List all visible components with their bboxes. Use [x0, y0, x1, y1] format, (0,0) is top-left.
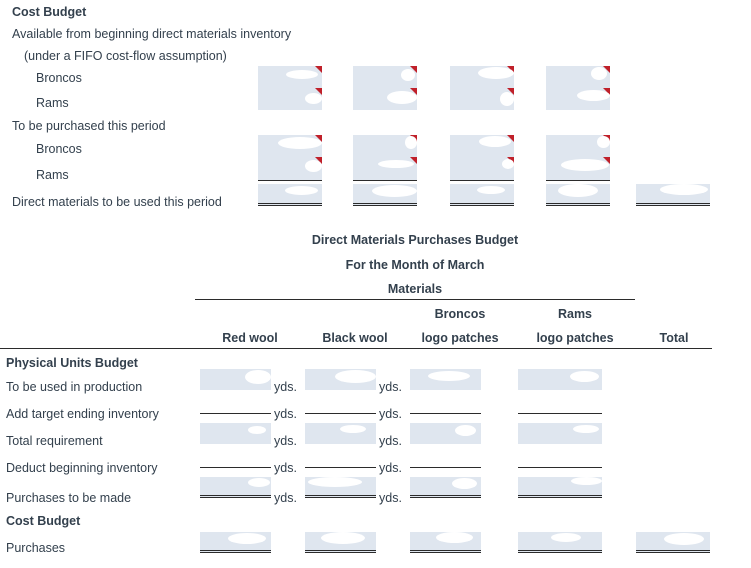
column-header-black-wool: Black wool	[322, 331, 388, 345]
input-broncos-purchased-c3[interactable]	[450, 135, 514, 157]
input-deduct-beginning-red-wool[interactable]	[200, 447, 271, 468]
upper-line-broncos-beginning: Broncos	[36, 71, 82, 85]
unit-label-yds: yds.	[379, 407, 402, 421]
upper-line-rams-beginning: Rams	[36, 96, 69, 110]
input-ending-inv-black-wool[interactable]	[305, 393, 376, 414]
input-to-be-used-rams-patches[interactable]	[518, 369, 602, 390]
row-label-deduct-beginning-inventory: Deduct beginning inventory	[6, 461, 158, 475]
input-ending-inv-red-wool[interactable]	[200, 393, 271, 414]
input-ending-inv-broncos-patches[interactable]	[410, 393, 481, 414]
input-direct-materials-used-c3[interactable]	[450, 184, 514, 206]
row-label-total-requirement: Total requirement	[6, 434, 103, 448]
input-total-requirement-black-wool[interactable]	[305, 423, 376, 444]
input-deduct-beginning-black-wool[interactable]	[305, 447, 376, 468]
input-direct-materials-used-c4[interactable]	[546, 184, 610, 206]
input-rams-purchased-c4[interactable]	[546, 157, 610, 181]
input-purchases-made-rams-patches[interactable]	[518, 477, 602, 498]
input-rams-beginning-c2[interactable]	[353, 88, 417, 110]
input-total-requirement-rams-patches[interactable]	[518, 423, 602, 444]
input-broncos-beginning-c3[interactable]	[450, 66, 514, 88]
row-label-purchases: Purchases	[6, 541, 66, 555]
input-direct-materials-used-c1[interactable]	[258, 184, 322, 206]
input-total-requirement-red-wool[interactable]	[200, 423, 271, 444]
report-title: Direct Materials Purchases Budget	[311, 233, 519, 247]
budget-worksheet: Cost Budget Available from beginning dir…	[0, 0, 751, 568]
column-header-top-broncos: Broncos	[434, 307, 486, 321]
input-rams-beginning-c1[interactable]	[258, 88, 322, 110]
column-header-rams-logo-patches: logo patches	[536, 331, 614, 345]
input-deduct-beginning-rams-patches[interactable]	[518, 447, 602, 468]
input-broncos-beginning-c4[interactable]	[546, 66, 610, 88]
column-header-total: Total	[659, 331, 689, 345]
input-rams-beginning-c3[interactable]	[450, 88, 514, 110]
input-direct-materials-used-total[interactable]	[636, 184, 710, 206]
unit-label-yds: yds.	[274, 491, 297, 505]
input-broncos-purchased-c4[interactable]	[546, 135, 610, 157]
upper-line-broncos-purchased: Broncos	[36, 142, 82, 156]
input-to-be-used-broncos-patches[interactable]	[410, 369, 481, 390]
report-subtitle: For the Month of March	[345, 258, 485, 272]
input-purchases-cost-rams-patches[interactable]	[518, 532, 602, 553]
row-label-purchases-to-be-made: Purchases to be made	[6, 491, 132, 505]
column-header-red-wool: Red wool	[222, 331, 278, 345]
unit-label-yds: yds.	[379, 461, 402, 475]
unit-label-yds: yds.	[274, 407, 297, 421]
upper-line-direct-materials-used: Direct materials to be used this period	[12, 195, 222, 209]
row-label-to-be-used-in-production: To be used in production	[6, 380, 143, 394]
input-purchases-made-black-wool[interactable]	[305, 477, 376, 498]
input-direct-materials-used-c2[interactable]	[353, 184, 417, 206]
unit-label-yds: yds.	[274, 434, 297, 448]
input-rams-purchased-c2[interactable]	[353, 157, 417, 181]
input-to-be-used-red-wool[interactable]	[200, 369, 271, 390]
physical-units-heading: Physical Units Budget	[6, 356, 138, 370]
column-header-rule	[0, 348, 712, 349]
input-purchases-cost-black-wool[interactable]	[305, 532, 376, 553]
lower-cost-budget-heading: Cost Budget	[6, 514, 81, 528]
unit-label-yds: yds.	[274, 461, 297, 475]
input-total-requirement-broncos-patches[interactable]	[410, 423, 481, 444]
input-ending-inv-rams-patches[interactable]	[518, 393, 602, 414]
unit-label-yds: yds.	[379, 491, 402, 505]
input-purchases-cost-broncos-patches[interactable]	[410, 532, 481, 553]
input-rams-beginning-c4[interactable]	[546, 88, 610, 110]
input-deduct-beginning-broncos-patches[interactable]	[410, 447, 481, 468]
input-broncos-beginning-c1[interactable]	[258, 66, 322, 88]
report-group-header: Materials	[387, 282, 443, 296]
input-purchases-cost-red-wool[interactable]	[200, 532, 271, 553]
upper-line-available: Available from beginning direct material…	[12, 27, 292, 41]
input-rams-purchased-c3[interactable]	[450, 157, 514, 181]
unit-label-yds: yds.	[274, 380, 297, 394]
input-rams-purchased-c1[interactable]	[258, 157, 322, 181]
upper-line-to-be-purchased: To be purchased this period	[12, 119, 166, 133]
input-to-be-used-black-wool[interactable]	[305, 369, 376, 390]
materials-group-rule	[195, 299, 635, 300]
unit-label-yds: yds.	[379, 434, 402, 448]
input-broncos-purchased-c2[interactable]	[353, 135, 417, 157]
input-broncos-purchased-c1[interactable]	[258, 135, 322, 157]
input-purchases-made-broncos-patches[interactable]	[410, 477, 481, 498]
unit-label-yds: yds.	[379, 380, 402, 394]
input-broncos-beginning-c2[interactable]	[353, 66, 417, 88]
upper-line-fifo: (under a FIFO cost-flow assumption)	[24, 49, 227, 63]
upper-line-rams-purchased: Rams	[36, 168, 69, 182]
upper-cost-budget-heading: Cost Budget	[12, 5, 87, 19]
row-label-add-target-ending-inventory: Add target ending inventory	[6, 407, 159, 421]
input-purchases-cost-total[interactable]	[636, 532, 710, 553]
column-header-top-rams: Rams	[557, 307, 593, 321]
input-purchases-made-red-wool[interactable]	[200, 477, 271, 498]
column-header-broncos-logo-patches: logo patches	[421, 331, 499, 345]
